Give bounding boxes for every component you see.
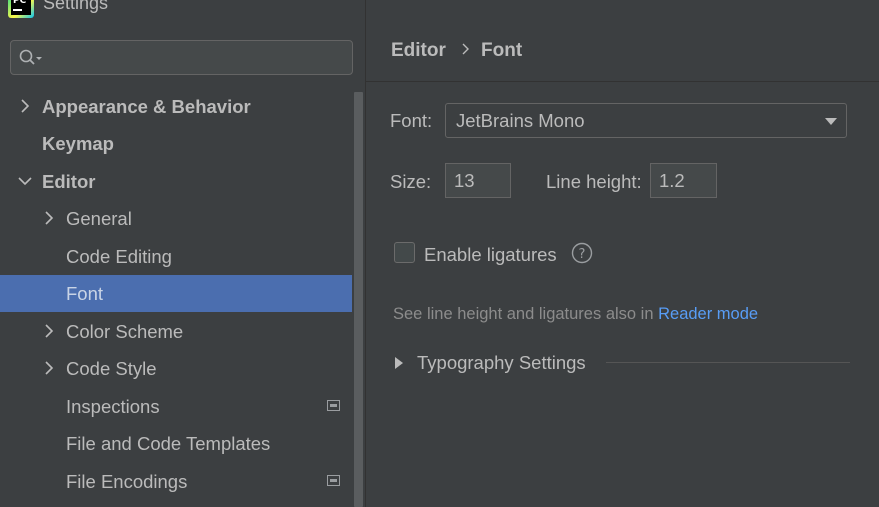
chevron-down-icon[interactable] [18,174,32,188]
chevron-right-icon[interactable] [42,324,56,338]
reader-mode-hint: See line height and ligatures also in Re… [393,305,758,324]
tree-item-editor[interactable]: Editor [0,163,352,200]
chevron-right-icon[interactable] [18,99,32,113]
breadcrumb-editor[interactable]: Editor [391,40,446,62]
svg-text:?: ? [579,247,586,262]
search-input[interactable] [10,40,353,75]
tree-item-code-editing[interactable]: Code Editing [0,238,352,275]
font-label: Font: [390,110,433,131]
tree-item-label: Color Scheme [66,320,184,342]
size-label: Size: [390,171,432,192]
pycharm-logo-icon: PC [8,0,34,18]
section-separator [606,362,850,363]
tree-item-appearance-behavior[interactable]: Appearance & Behavior [0,88,352,125]
hint-text: See line height and ligatures also in [393,305,659,323]
enable-ligatures-label[interactable]: Enable ligatures [424,244,557,266]
tree-item-file-and-code-templates[interactable]: File and Code Templates [0,425,352,462]
font-family-dropdown[interactable]: JetBrains Mono [445,103,847,138]
tree-item-font[interactable]: Font [0,275,365,312]
tree-item-inspections[interactable]: Inspections [0,388,352,425]
font-size-input[interactable]: 13 [445,163,511,198]
tree-item-label: Appearance & Behavior [42,95,251,117]
tree-item-label: File and Code Templates [66,432,271,454]
breadcrumb: Editor Font [366,26,879,82]
settings-content: Editor Font Font: JetBrains Mono Size: 1… [366,0,879,507]
search-icon [19,49,42,65]
tree-item-file-encodings[interactable]: File Encodings [0,463,352,500]
sidebar-scrollbar-thumb[interactable] [354,92,363,507]
tree-item-general[interactable]: General [0,200,352,237]
breadcrumb-font: Font [481,40,523,61]
line-height-value: 1.2 [659,170,685,191]
window-title: Settings [43,0,109,13]
settings-sidebar: Appearance & Behavior Keymap Editor Gene… [0,26,365,507]
project-settings-icon [327,400,340,411]
line-height-input[interactable]: 1.2 [650,163,717,198]
font-family-value: JetBrains Mono [456,110,585,131]
tree-item-label: Keymap [42,132,114,154]
reader-mode-link[interactable]: Reader mode [658,305,758,323]
help-icon[interactable]: ? [571,242,593,264]
typography-settings-toggle[interactable]: Typography Settings [417,352,586,374]
line-height-label: Line height: [546,171,642,192]
project-settings-icon [327,475,340,486]
expand-triangle-icon[interactable] [394,357,404,369]
chevron-right-icon [462,43,469,55]
enable-ligatures-checkbox[interactable] [394,242,415,263]
tree-item-keymap[interactable]: Keymap [0,125,352,162]
chevron-right-icon[interactable] [42,361,56,375]
tree-item-label: Code Style [66,357,157,379]
tree-item-color-scheme[interactable]: Color Scheme [0,313,352,350]
tree-item-label: Editor [42,170,96,192]
dropdown-arrow-icon[interactable] [824,117,838,126]
chevron-right-icon[interactable] [42,211,56,225]
tree-item-code-style[interactable]: Code Style [0,350,352,387]
tree-item-label: Font [66,282,104,304]
font-size-value: 13 [454,170,475,191]
tree-item-label: Code Editing [66,245,172,267]
tree-item-label: File Encodings [66,470,188,492]
tree-item-label: General [66,207,132,229]
tree-item-label: Inspections [66,395,160,417]
app-logo-text: PC [13,0,27,6]
